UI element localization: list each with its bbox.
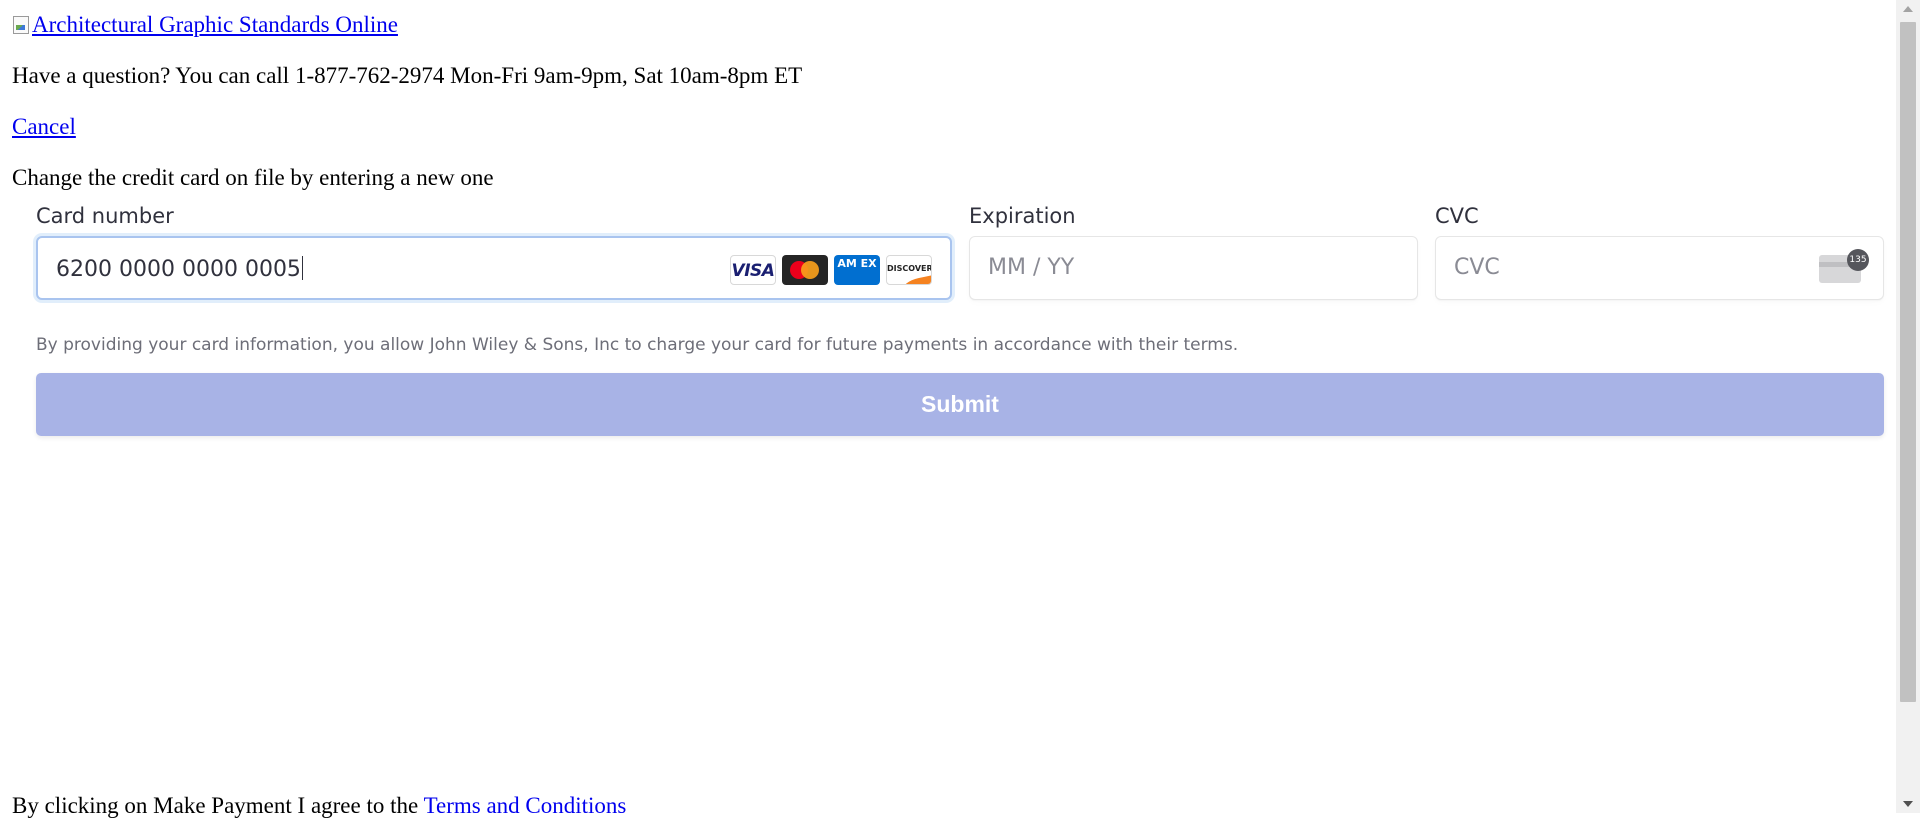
- submit-button[interactable]: Submit: [36, 373, 1884, 436]
- card-number-field[interactable]: 6200 0000 0000 0005 VISA AM EX DISCOVER: [36, 236, 952, 300]
- logo-line: Architectural Graphic Standards Online: [12, 11, 398, 39]
- footer-agreement: By clicking on Make Payment I agree to t…: [12, 792, 626, 820]
- amex-icon: AM EX: [834, 255, 880, 285]
- expiration-field[interactable]: MM / YY: [969, 236, 1418, 300]
- cancel-line: Cancel: [12, 113, 76, 141]
- discover-icon: DISCOVER: [886, 255, 932, 285]
- instruction-text: Change the credit card on file by enteri…: [12, 165, 494, 190]
- cvc-card-icon: 135: [1819, 249, 1869, 285]
- logo-link[interactable]: Architectural Graphic Standards Online: [12, 12, 398, 37]
- cvc-placeholder: CVC: [1454, 255, 1500, 280]
- cvc-badge: 135: [1847, 249, 1869, 271]
- scroll-down-arrow-icon[interactable]: [1903, 801, 1913, 807]
- card-number-value: 6200 0000 0000 0005: [56, 256, 303, 282]
- expiration-label: Expiration: [969, 204, 1076, 228]
- agreement-text: By clicking on Make Payment I agree to t…: [12, 793, 424, 818]
- scrollbar-thumb[interactable]: [1900, 22, 1916, 702]
- expiration-placeholder: MM / YY: [988, 255, 1075, 280]
- broken-image-icon: [12, 15, 32, 35]
- terms-link[interactable]: Terms and Conditions: [424, 793, 627, 818]
- mastercard-icon: [782, 255, 828, 285]
- text-caret: [301, 256, 303, 280]
- cvc-label: CVC: [1435, 204, 1479, 228]
- card-brands: VISA AM EX DISCOVER: [730, 255, 932, 285]
- scroll-up-arrow-icon[interactable]: [1903, 6, 1913, 12]
- cancel-link[interactable]: Cancel: [12, 114, 76, 139]
- cvc-field[interactable]: CVC 135: [1435, 236, 1884, 300]
- vertical-scrollbar[interactable]: [1896, 0, 1920, 813]
- logo-alt-text: Architectural Graphic Standards Online: [32, 12, 398, 37]
- card-number-label: Card number: [36, 204, 174, 228]
- help-text: Have a question? You can call 1-877-762-…: [12, 63, 803, 88]
- visa-icon: VISA: [730, 255, 776, 285]
- card-terms-text: By providing your card information, you …: [36, 335, 1239, 355]
